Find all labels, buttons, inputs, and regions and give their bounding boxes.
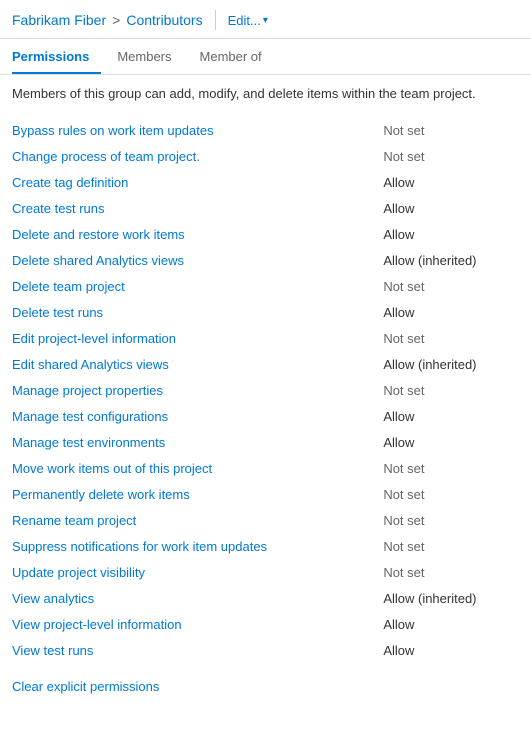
table-row: Permanently delete work itemsNot set	[12, 481, 519, 507]
permission-name[interactable]: Delete and restore work items	[12, 221, 383, 247]
permission-name[interactable]: Suppress notifications for work item upd…	[12, 533, 383, 559]
table-row: Suppress notifications for work item upd…	[12, 533, 519, 559]
page-header: Fabrikam Fiber > Contributors Edit... ▾	[0, 0, 531, 39]
table-row: Rename team projectNot set	[12, 507, 519, 533]
table-row: Update project visibilityNot set	[12, 559, 519, 585]
permission-name[interactable]: Bypass rules on work item updates	[12, 117, 383, 143]
table-row: Bypass rules on work item updatesNot set	[12, 117, 519, 143]
permission-value: Not set	[383, 325, 519, 351]
table-row: Manage test configurationsAllow	[12, 403, 519, 429]
permission-value: Not set	[383, 533, 519, 559]
breadcrumb-group[interactable]: Contributors	[126, 12, 202, 28]
permission-name[interactable]: Delete test runs	[12, 299, 383, 325]
edit-button[interactable]: Edit... ▾	[228, 13, 268, 28]
permission-name[interactable]: View analytics	[12, 585, 383, 611]
clear-permissions-link[interactable]: Clear explicit permissions	[12, 679, 159, 694]
tab-member-of[interactable]: Member of	[200, 39, 274, 74]
table-row: Edit project-level informationNot set	[12, 325, 519, 351]
permission-name[interactable]: View project-level information	[12, 611, 383, 637]
permission-name[interactable]: Manage test configurations	[12, 403, 383, 429]
permission-value: Not set	[383, 377, 519, 403]
table-row: Create tag definitionAllow	[12, 169, 519, 195]
permission-value: Allow	[383, 611, 519, 637]
permissions-table: Bypass rules on work item updatesNot set…	[12, 117, 519, 663]
permission-name[interactable]: Manage project properties	[12, 377, 383, 403]
permission-name[interactable]: Edit project-level information	[12, 325, 383, 351]
permission-value: Allow	[383, 637, 519, 663]
permission-name[interactable]: Manage test environments	[12, 429, 383, 455]
permission-value: Allow	[383, 195, 519, 221]
permission-name[interactable]: Change process of team project.	[12, 143, 383, 169]
permission-name[interactable]: View test runs	[12, 637, 383, 663]
breadcrumb-separator: >	[112, 12, 120, 28]
table-row: Delete and restore work itemsAllow	[12, 221, 519, 247]
tab-bar: Permissions Members Member of	[0, 39, 531, 75]
tab-members[interactable]: Members	[117, 39, 183, 74]
permission-name[interactable]: Create tag definition	[12, 169, 383, 195]
permission-value: Not set	[383, 455, 519, 481]
permission-value: Not set	[383, 481, 519, 507]
permission-value: Allow (inherited)	[383, 585, 519, 611]
table-row: Change process of team project.Not set	[12, 143, 519, 169]
table-row: Move work items out of this projectNot s…	[12, 455, 519, 481]
permission-value: Not set	[383, 559, 519, 585]
permission-value: Not set	[383, 273, 519, 299]
permission-value: Allow (inherited)	[383, 351, 519, 377]
breadcrumb-org[interactable]: Fabrikam Fiber	[12, 12, 106, 28]
permission-value: Allow	[383, 169, 519, 195]
group-description: Members of this group can add, modify, a…	[12, 85, 519, 103]
table-row: Delete team projectNot set	[12, 273, 519, 299]
permission-name[interactable]: Rename team project	[12, 507, 383, 533]
table-row: Manage project propertiesNot set	[12, 377, 519, 403]
table-row: Delete test runsAllow	[12, 299, 519, 325]
permission-value: Allow	[383, 403, 519, 429]
permission-name[interactable]: Move work items out of this project	[12, 455, 383, 481]
permission-name[interactable]: Create test runs	[12, 195, 383, 221]
permission-name[interactable]: Delete team project	[12, 273, 383, 299]
header-divider	[215, 10, 216, 30]
main-content: Members of this group can add, modify, a…	[0, 75, 531, 704]
table-row: View project-level informationAllow	[12, 611, 519, 637]
table-row: Manage test environmentsAllow	[12, 429, 519, 455]
permission-name[interactable]: Edit shared Analytics views	[12, 351, 383, 377]
permission-name[interactable]: Delete shared Analytics views	[12, 247, 383, 273]
table-row: View analyticsAllow (inherited)	[12, 585, 519, 611]
permission-value: Not set	[383, 507, 519, 533]
permission-name[interactable]: Update project visibility	[12, 559, 383, 585]
permission-value: Not set	[383, 117, 519, 143]
tab-permissions[interactable]: Permissions	[12, 39, 101, 74]
permission-value: Allow (inherited)	[383, 247, 519, 273]
permission-name[interactable]: Permanently delete work items	[12, 481, 383, 507]
permission-value: Allow	[383, 221, 519, 247]
table-row: Create test runsAllow	[12, 195, 519, 221]
table-row: Edit shared Analytics viewsAllow (inheri…	[12, 351, 519, 377]
permission-value: Allow	[383, 429, 519, 455]
table-row: View test runsAllow	[12, 637, 519, 663]
chevron-down-icon: ▾	[263, 15, 268, 26]
permission-value: Not set	[383, 143, 519, 169]
permission-value: Allow	[383, 299, 519, 325]
table-row: Delete shared Analytics viewsAllow (inhe…	[12, 247, 519, 273]
